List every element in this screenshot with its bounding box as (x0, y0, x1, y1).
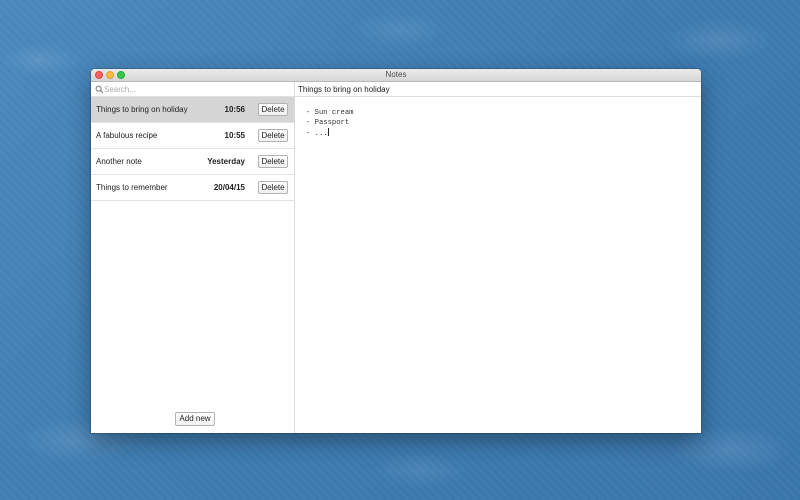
note-body-text[interactable]: - Sun cream - Passport - ... (306, 109, 691, 419)
delete-note-button[interactable]: Delete (258, 181, 288, 194)
notes-list: Things to bring on holiday 10:56 Delete … (91, 97, 294, 201)
note-body-line-text: - Passport (306, 118, 350, 127)
note-title: A fabulous recipe (96, 131, 158, 140)
search-icon (95, 85, 104, 94)
notes-window: Notes Things to bring on holiday 10:56 D… (91, 69, 701, 433)
note-row[interactable]: A fabulous recipe 10:55 Delete (91, 123, 294, 149)
title-bar[interactable]: Notes (91, 69, 701, 82)
delete-note-button[interactable]: Delete (258, 155, 288, 168)
note-title: Things to remember (96, 183, 168, 192)
note-time: 20/04/15 (213, 183, 245, 192)
window-title: Notes (385, 70, 407, 79)
note-body-line: - Passport (306, 119, 691, 129)
notes-sidebar: Things to bring on holiday 10:56 Delete … (91, 82, 295, 433)
note-title: Another note (96, 157, 142, 166)
search-bar (91, 82, 294, 97)
add-new-note-button[interactable]: Add new (175, 412, 215, 426)
delete-note-button[interactable]: Delete (258, 103, 288, 116)
note-body-line-text: - ... (306, 130, 328, 139)
note-row[interactable]: Another note Yesterday Delete (91, 149, 294, 175)
note-body-line: - ... (306, 128, 691, 140)
note-time: 10:56 (224, 105, 245, 114)
note-editor: - Sun cream- Passport - ... (295, 82, 701, 433)
text-cursor (327, 128, 329, 137)
note-title: Things to bring on holiday (96, 105, 188, 114)
note-title-bar (295, 82, 701, 97)
note-time: Yesterday (207, 157, 245, 166)
note-row[interactable]: Things to bring on holiday 10:56 Delete (91, 97, 294, 123)
delete-note-button[interactable]: Delete (258, 129, 288, 142)
note-title-field[interactable] (298, 82, 693, 96)
note-body-line: - Sun cream (306, 109, 354, 117)
note-time: 10:55 (224, 131, 245, 140)
search-input[interactable] (104, 82, 289, 96)
note-row[interactable]: Things to remember 20/04/15 Delete (91, 175, 294, 201)
